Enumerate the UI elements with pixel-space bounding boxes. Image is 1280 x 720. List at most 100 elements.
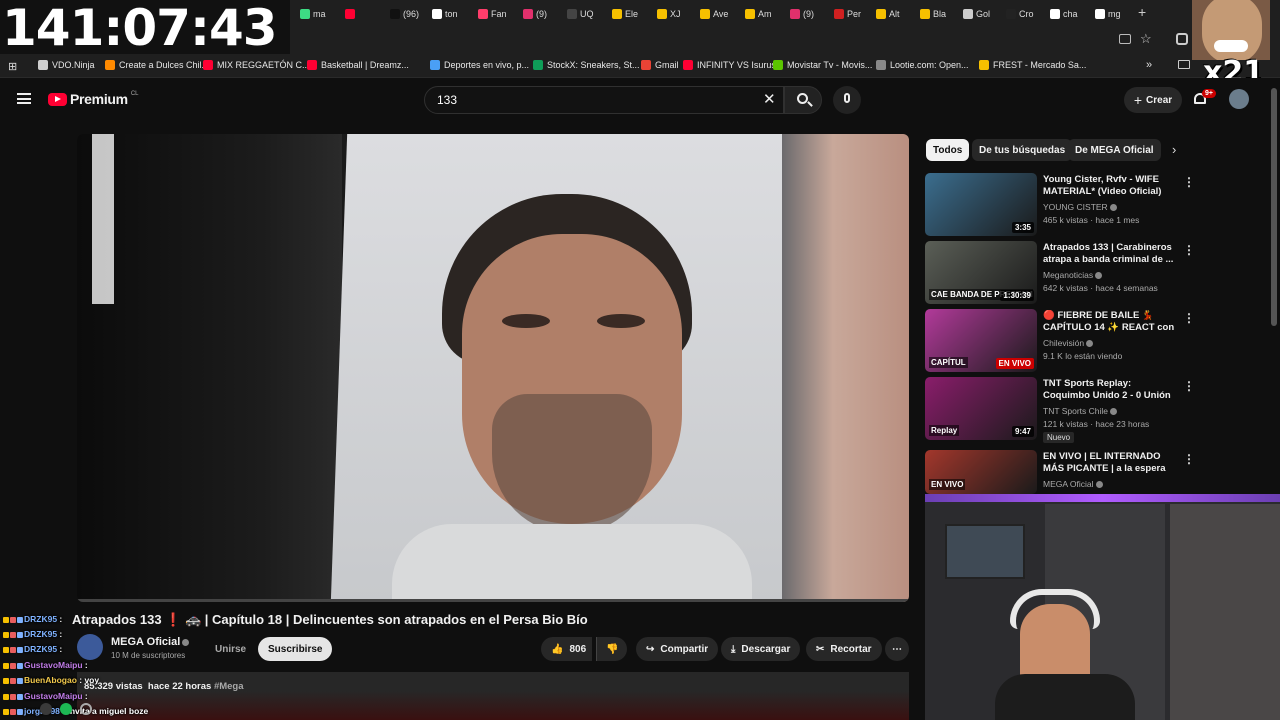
bookmark-item[interactable]: StockX: Sneakers, St... bbox=[533, 60, 640, 70]
create-button[interactable]: + Crear bbox=[1124, 87, 1182, 113]
browser-tab[interactable]: Gol bbox=[963, 6, 990, 22]
search-input[interactable]: 133 bbox=[424, 86, 784, 114]
recommended-title[interactable]: 🔴 FIEBRE DE BAILE 💃 CAPÍTULO 14 ✨ REACT … bbox=[1043, 310, 1178, 334]
bookmark-item[interactable]: Deportes en vivo, p... bbox=[430, 60, 529, 70]
bookmark-item[interactable]: VDO.Ninja bbox=[38, 60, 95, 70]
address-row: ☆ bbox=[285, 28, 1280, 54]
video-thumbnail[interactable]: 3:35 bbox=[925, 173, 1037, 236]
video-thumbnail[interactable]: CAPÍTUL EN VIVO bbox=[925, 309, 1037, 372]
channel-avatar[interactable] bbox=[77, 634, 103, 660]
thumbnail-caption: Replay bbox=[929, 425, 960, 436]
bookmark-item[interactable]: Lootie.com: Open... bbox=[876, 60, 969, 70]
chip-all[interactable]: Todos bbox=[926, 139, 970, 161]
more-actions-button[interactable]: ⋯ bbox=[885, 637, 909, 661]
recommended-title[interactable]: Young Cister, Rvfv - WIFE MATERIAL* (Vid… bbox=[1043, 174, 1178, 198]
menu-icon[interactable] bbox=[17, 93, 31, 104]
like-button[interactable]: 👍 806 bbox=[541, 637, 593, 661]
browser-tab[interactable]: mg bbox=[1095, 6, 1121, 22]
chip-from-searches[interactable]: De tus búsquedas bbox=[972, 139, 1073, 161]
kebab-menu-icon[interactable]: ⋮ bbox=[1183, 379, 1195, 393]
browser-tab[interactable]: XJ bbox=[657, 6, 681, 22]
browser-tab[interactable]: Ave bbox=[700, 6, 728, 22]
browser-tab[interactable]: cha bbox=[1050, 6, 1078, 22]
chat-badge-icon bbox=[17, 677, 23, 684]
more-bookmarks-icon[interactable]: » bbox=[1146, 59, 1152, 71]
recommended-video[interactable]: CAPÍTUL EN VIVO 🔴 FIEBRE DE BAILE 💃 CAPÍTU… bbox=[925, 309, 1195, 373]
tab-label: Gol bbox=[976, 9, 991, 19]
recommended-title[interactable]: TNT Sports Replay: Coquimbo Unido 2 - 0 … bbox=[1043, 378, 1178, 402]
clear-search-icon[interactable]: ✕ bbox=[763, 90, 776, 108]
account-avatar[interactable] bbox=[1229, 89, 1249, 109]
video-thumbnail[interactable]: Replay 9:47 bbox=[925, 377, 1037, 440]
video-player[interactable] bbox=[77, 134, 909, 602]
app-icon[interactable] bbox=[40, 703, 52, 715]
dislike-button[interactable]: 👎 bbox=[596, 637, 628, 661]
recommended-video[interactable]: CAE BANDA DE PRESTAMISTAS ILEG1:30:39Atr… bbox=[925, 241, 1195, 305]
clip-button[interactable]: ✂ Recortar bbox=[806, 637, 882, 661]
extensions-icon[interactable] bbox=[1176, 33, 1188, 45]
browser-tab[interactable]: (9) bbox=[523, 6, 547, 22]
bookmark-item[interactable]: INFINITY VS Isurus bbox=[683, 60, 776, 70]
browser-tab[interactable]: (9) bbox=[790, 6, 814, 22]
channel-name[interactable]: MEGA Oficial bbox=[111, 636, 190, 648]
bookmark-item[interactable]: Basketball | Dreamz... bbox=[307, 60, 409, 70]
recommended-channel[interactable]: MEGA Oficial bbox=[1043, 479, 1103, 489]
spotify-icon[interactable] bbox=[60, 703, 72, 715]
bookmark-item[interactable]: Create a Dulces Chil... bbox=[105, 60, 209, 70]
video-thumbnail[interactable]: EN VIVO bbox=[925, 450, 1037, 494]
subscribe-button[interactable]: Suscribirse bbox=[258, 637, 333, 661]
recommended-channel[interactable]: Meganoticias bbox=[1043, 270, 1103, 280]
cast-icon[interactable] bbox=[1119, 34, 1131, 44]
bookmark-favicon-icon bbox=[533, 60, 543, 70]
share-button[interactable]: ↪ Compartir bbox=[636, 637, 719, 661]
bookmark-star-icon[interactable]: ☆ bbox=[1140, 31, 1152, 47]
browser-tab[interactable]: Ele bbox=[612, 6, 638, 22]
recommended-title[interactable]: EN VIVO | EL INTERNADO MÁS PICANTE | a l… bbox=[1043, 451, 1178, 475]
tab-favicon-icon bbox=[790, 9, 800, 19]
kebab-menu-icon[interactable]: ⋮ bbox=[1183, 243, 1195, 257]
video-thumbnail[interactable]: CAE BANDA DE PRESTAMISTAS ILEG1:30:39 bbox=[925, 241, 1037, 304]
thumbnail-caption: EN VIVO bbox=[929, 479, 966, 490]
browser-tab[interactable]: Bla bbox=[920, 6, 946, 22]
chip-from-channel[interactable]: De MEGA Oficial bbox=[1068, 139, 1161, 161]
browser-tab[interactable]: Alt bbox=[876, 6, 900, 22]
kebab-menu-icon[interactable]: ⋮ bbox=[1183, 311, 1195, 325]
description-box[interactable]: 85.329 vistas hace 22 horas #Mega bbox=[77, 672, 909, 720]
browser-tab[interactable]: Per bbox=[834, 6, 861, 22]
browser-tab[interactable]: Cro bbox=[1006, 6, 1034, 22]
browser-tab[interactable]: ton bbox=[432, 6, 458, 22]
hashtag[interactable]: #Mega bbox=[214, 681, 244, 692]
tab-label: (9) bbox=[536, 9, 547, 19]
new-tab-button[interactable]: + bbox=[1138, 4, 1146, 20]
browser-tab[interactable]: Fan bbox=[478, 6, 507, 22]
recommended-channel[interactable]: TNT Sports Chile bbox=[1043, 406, 1118, 416]
recommended-channel[interactable]: Chilevisión bbox=[1043, 338, 1094, 348]
recommended-title[interactable]: Atrapados 133 | Carabineros atrapa a ban… bbox=[1043, 242, 1178, 266]
recommended-channel[interactable]: YOUNG CISTER bbox=[1043, 202, 1117, 212]
chevron-right-icon[interactable]: › bbox=[1172, 142, 1176, 157]
kebab-menu-icon[interactable]: ⋮ bbox=[1183, 175, 1195, 189]
join-button[interactable]: Unirse bbox=[205, 637, 256, 661]
apps-grid-icon[interactable]: ⊞ bbox=[8, 60, 17, 73]
kebab-menu-icon[interactable]: ⋮ bbox=[1183, 452, 1195, 466]
obs-icon[interactable] bbox=[80, 703, 92, 715]
folder-icon[interactable] bbox=[1178, 60, 1190, 69]
browser-tab[interactable]: Am bbox=[745, 6, 772, 22]
bookmark-item[interactable]: MIX REGGAETÓN C... bbox=[203, 60, 310, 70]
recommended-video[interactable]: Replay 9:47 TNT Sports Replay: Coquimbo Un… bbox=[925, 377, 1195, 443]
voice-search-button[interactable] bbox=[833, 86, 861, 114]
browser-tab[interactable]: UQ bbox=[567, 6, 594, 22]
bookmark-item[interactable]: FREST - Mercado Sa... bbox=[979, 60, 1086, 70]
bookmark-item[interactable]: Gmail bbox=[641, 60, 679, 70]
page-scrollbar[interactable] bbox=[1271, 88, 1277, 326]
browser-tab[interactable]: (96) bbox=[390, 6, 419, 22]
browser-tab[interactable]: ma bbox=[300, 6, 326, 22]
browser-tab[interactable] bbox=[345, 6, 358, 22]
download-button[interactable]: ⤓ Descargar bbox=[721, 637, 801, 661]
search-button[interactable] bbox=[784, 86, 822, 114]
recommended-video[interactable]: 3:35 Young Cister, Rvfv - WIFE MATERIAL* … bbox=[925, 173, 1195, 237]
youtube-logo[interactable]: Premium CL bbox=[48, 91, 138, 107]
tab-favicon-icon bbox=[345, 9, 355, 19]
bookmark-item[interactable]: Movistar Tv - Movis... bbox=[773, 60, 872, 70]
video-stats: 85.329 vistas hace 22 horas #Mega bbox=[84, 681, 244, 692]
